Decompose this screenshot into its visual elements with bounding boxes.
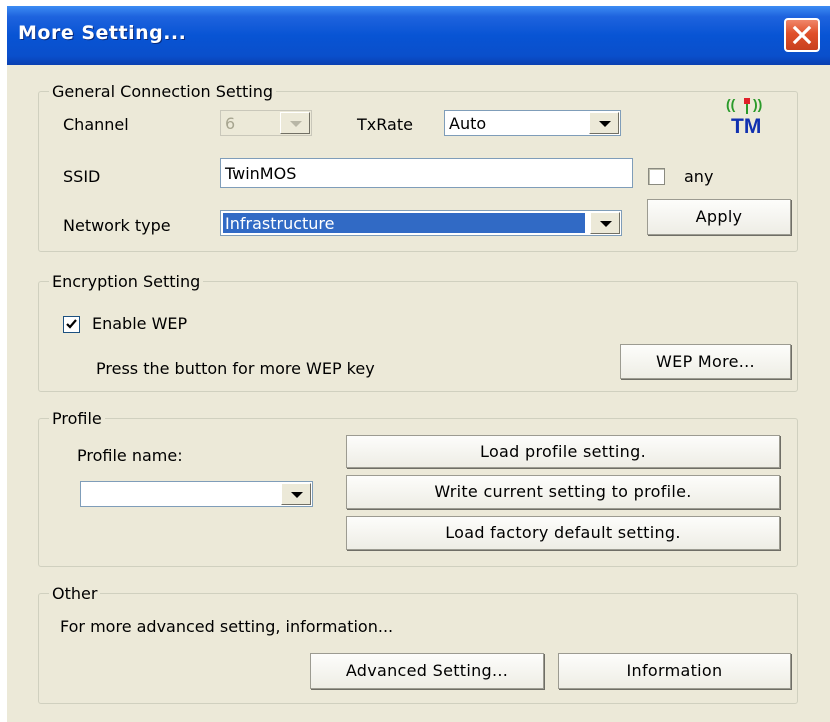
wep-more-button[interactable]: WEP More... bbox=[620, 344, 791, 379]
window-title: More Setting... bbox=[18, 22, 187, 44]
txrate-label: TxRate bbox=[357, 115, 413, 134]
checkmark-icon bbox=[66, 319, 77, 329]
antenna-icon: (( )) bbox=[726, 96, 762, 114]
profile-name-select[interactable] bbox=[80, 481, 313, 507]
network-type-label: Network type bbox=[63, 216, 171, 235]
chevron-down-icon bbox=[589, 112, 619, 134]
enable-wep-label: Enable WEP bbox=[92, 314, 188, 333]
title-bar[interactable]: More Setting... bbox=[7, 6, 830, 65]
chevron-down-icon bbox=[280, 112, 310, 134]
advanced-setting-button[interactable]: Advanced Setting... bbox=[310, 653, 544, 689]
wep-hint: Press the button for more WEP key bbox=[96, 359, 375, 378]
general-connection-legend: General Connection Setting bbox=[49, 82, 277, 101]
network-type-value: Infrastructure bbox=[225, 214, 335, 233]
information-button[interactable]: Information bbox=[558, 653, 791, 689]
any-label: any bbox=[684, 167, 714, 186]
txrate-select[interactable]: Auto bbox=[444, 110, 621, 136]
encryption-legend: Encryption Setting bbox=[49, 272, 204, 291]
close-button[interactable] bbox=[784, 18, 820, 52]
profile-name-label: Profile name: bbox=[77, 446, 183, 465]
ssid-field[interactable]: TwinMOS bbox=[220, 158, 633, 188]
load-profile-button[interactable]: Load profile setting. bbox=[346, 435, 780, 468]
svg-text:((: (( bbox=[726, 96, 736, 112]
channel-label: Channel bbox=[63, 115, 129, 134]
txrate-value: Auto bbox=[449, 114, 487, 133]
any-checkbox[interactable] bbox=[648, 168, 665, 185]
channel-select[interactable]: 6 bbox=[220, 110, 312, 136]
channel-value: 6 bbox=[225, 114, 236, 133]
ssid-label: SSID bbox=[63, 167, 101, 186]
ssid-value: TwinMOS bbox=[225, 164, 297, 183]
chevron-down-icon bbox=[590, 212, 620, 234]
other-legend: Other bbox=[49, 584, 101, 603]
write-profile-button[interactable]: Write current setting to profile. bbox=[346, 475, 780, 509]
load-factory-default-button[interactable]: Load factory default setting. bbox=[346, 516, 780, 550]
twinmos-logo: (( )) TM bbox=[724, 95, 774, 138]
logo-text: TM bbox=[731, 115, 762, 138]
close-icon bbox=[792, 25, 812, 45]
network-type-select[interactable]: Infrastructure bbox=[220, 210, 622, 236]
apply-button[interactable]: Apply bbox=[647, 199, 791, 235]
more-setting-dialog: More Setting... General Connection Setti… bbox=[7, 6, 830, 722]
svg-text:)): )) bbox=[753, 96, 762, 112]
profile-legend: Profile bbox=[49, 409, 105, 428]
other-hint: For more advanced setting, information..… bbox=[60, 617, 394, 636]
enable-wep-checkbox[interactable] bbox=[63, 316, 80, 333]
chevron-down-icon bbox=[281, 483, 311, 505]
